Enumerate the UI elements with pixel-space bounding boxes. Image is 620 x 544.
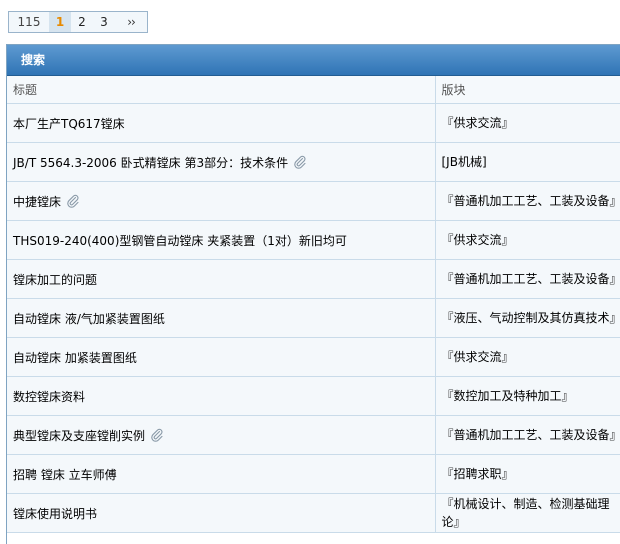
page-current: 1 xyxy=(49,12,71,32)
table-header-row: 标题 版块 xyxy=(7,76,620,104)
forum-cell: 『供求交流』 xyxy=(435,104,620,143)
paperclip-icon xyxy=(66,194,80,208)
forum-link[interactable]: 『普通机加工工艺、工装及设备』 xyxy=(442,428,620,442)
forum-cell: 『招聘求职』 xyxy=(435,455,620,494)
column-header-title: 标题 xyxy=(7,76,435,104)
title-cell: 典型镗床及支座镗削实例 xyxy=(7,416,435,455)
thread-title-link[interactable]: 数控镗床资料 xyxy=(13,390,85,404)
thread-title-link[interactable]: 自动镗床 液/气加紧装置图纸 xyxy=(13,312,165,326)
forum-cell: [JB机械] xyxy=(435,143,620,182)
thread-title-link[interactable]: 典型镗床及支座镗削实例 xyxy=(13,429,145,443)
forum-cell: 『供求交流』 xyxy=(435,221,620,260)
paperclip-icon xyxy=(293,155,307,169)
forum-cell: 『普通机加工工艺、工装及设备』 xyxy=(435,260,620,299)
thread-title-link[interactable]: JB/T 5564.3-2006 卧式精镗床 第3部分：技术条件 xyxy=(13,156,288,170)
search-results-panel: 搜索 标题 版块 本厂生产TQ617镗床『供求交流』JB/T 5564.3-20… xyxy=(6,44,620,544)
title-cell: 镗床使用说明书 xyxy=(7,494,435,533)
forum-cell: 『供求交流』 xyxy=(435,338,620,377)
table-row: 数控镗床资料 『数控加工及特种加工』 xyxy=(7,377,620,416)
forum-link[interactable]: 『数控加工及特种加工』 xyxy=(442,389,574,403)
forum-link[interactable]: 『普通机加工工艺、工装及设备』 xyxy=(442,272,620,286)
forum-link[interactable]: 『供求交流』 xyxy=(442,233,514,247)
thread-title-link[interactable]: 中捷镗床 xyxy=(13,195,61,209)
thread-title-link[interactable]: 自动镗床 加紧装置图纸 xyxy=(13,351,137,365)
table-row: 镗床使用说明书 『机械设计、制造、检测基础理论』 xyxy=(7,494,620,533)
page-link-2[interactable]: 2 xyxy=(71,12,93,32)
forum-cell: 『普通机加工工艺、工装及设备』 xyxy=(435,416,620,455)
forum-link[interactable]: 『供求交流』 xyxy=(442,350,514,364)
title-cell: THS019-240(400)型钢管自动镗床 夹紧装置（1对）新旧均可 xyxy=(7,221,435,260)
forum-cell: 『普通机加工工艺、工装及设备』 xyxy=(435,182,620,221)
forum-link[interactable]: 『供求交流』 xyxy=(442,116,514,130)
table-row: 招聘 镗床 立车师傅 『招聘求职』 xyxy=(7,455,620,494)
table-row: 典型镗床及支座镗削实例 『普通机加工工艺、工装及设备』 xyxy=(7,416,620,455)
title-cell: 中捷镗床 xyxy=(7,182,435,221)
results-table: 标题 版块 本厂生产TQ617镗床『供求交流』JB/T 5564.3-2006 … xyxy=(7,76,620,533)
table-row: JB/T 5564.3-2006 卧式精镗床 第3部分：技术条件 [JB机械] xyxy=(7,143,620,182)
title-cell: 自动镗床 加紧装置图纸 xyxy=(7,338,435,377)
page-total[interactable]: 115 xyxy=(9,12,49,32)
title-cell: 招聘 镗床 立车师傅 xyxy=(7,455,435,494)
title-cell: 自动镗床 液/气加紧装置图纸 xyxy=(7,299,435,338)
next-page-button[interactable]: ›› xyxy=(115,12,147,32)
thread-title-link[interactable]: 镗床使用说明书 xyxy=(13,507,97,521)
table-row: 镗床加工的问题 『普通机加工工艺、工装及设备』 xyxy=(7,260,620,299)
pagination: 115 1 2 3 ›› xyxy=(8,11,148,33)
thread-title-link[interactable]: THS019-240(400)型钢管自动镗床 夹紧装置（1对）新旧均可 xyxy=(13,234,347,248)
forum-cell: 『机械设计、制造、检测基础理论』 xyxy=(435,494,620,533)
thread-title-link[interactable]: 镗床加工的问题 xyxy=(13,273,97,287)
forum-cell: 『数控加工及特种加工』 xyxy=(435,377,620,416)
title-cell: 数控镗床资料 xyxy=(7,377,435,416)
page-link-3[interactable]: 3 xyxy=(93,12,115,32)
table-row: 自动镗床 加紧装置图纸 『供求交流』 xyxy=(7,338,620,377)
forum-link[interactable]: 『普通机加工工艺、工装及设备』 xyxy=(442,194,620,208)
table-row: 中捷镗床 『普通机加工工艺、工装及设备』 xyxy=(7,182,620,221)
forum-link[interactable]: [JB机械] xyxy=(442,155,487,169)
title-cell: 镗床加工的问题 xyxy=(7,260,435,299)
paperclip-icon xyxy=(150,428,164,442)
forum-link[interactable]: 『液压、气动控制及其仿真技术』 xyxy=(442,311,620,325)
column-header-forum: 版块 xyxy=(435,76,620,104)
forum-cell: 『液压、气动控制及其仿真技术』 xyxy=(435,299,620,338)
panel-title: 搜索 xyxy=(7,45,620,76)
table-row: 自动镗床 液/气加紧装置图纸 『液压、气动控制及其仿真技术』 xyxy=(7,299,620,338)
forum-link[interactable]: 『机械设计、制造、检测基础理论』 xyxy=(442,497,610,529)
thread-title-link[interactable]: 招聘 镗床 立车师傅 xyxy=(13,468,117,482)
forum-link[interactable]: 『招聘求职』 xyxy=(442,467,514,481)
thread-title-link[interactable]: 本厂生产TQ617镗床 xyxy=(13,117,125,131)
title-cell: JB/T 5564.3-2006 卧式精镗床 第3部分：技术条件 xyxy=(7,143,435,182)
title-cell: 本厂生产TQ617镗床 xyxy=(7,104,435,143)
table-row: 本厂生产TQ617镗床 『供求交流』 xyxy=(7,104,620,143)
table-row: THS019-240(400)型钢管自动镗床 夹紧装置（1对）新旧均可 『供求交流… xyxy=(7,221,620,260)
